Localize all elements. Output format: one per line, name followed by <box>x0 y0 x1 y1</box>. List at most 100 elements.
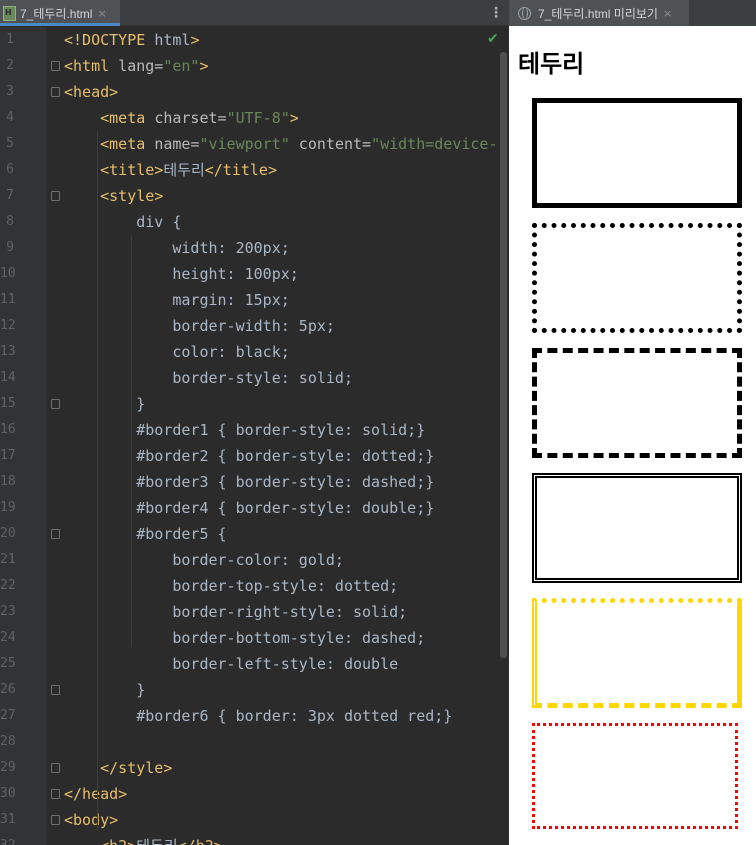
code-line[interactable]: 18 #border3 { border-style: dashed;} <box>0 469 497 495</box>
close-icon[interactable]: × <box>663 7 672 20</box>
line-number: 32 <box>0 833 16 845</box>
line-number: 14 <box>0 370 16 385</box>
code-line[interactable]: 24 border-bottom-style: dashed; <box>0 625 497 651</box>
tab-html-file[interactable]: 7_테두리.html × <box>0 0 120 26</box>
code-line[interactable]: 32 <h2>테두리</h2> <box>0 833 497 845</box>
editor-scrollbar-thumb[interactable] <box>500 52 507 658</box>
code-area[interactable]: 1 <!DOCTYPE html> 2 <html lang="en"> 3 <head>… <box>0 27 497 845</box>
code-line[interactable]: 30 </head> <box>0 781 497 807</box>
fold-marker-icon[interactable] <box>51 61 60 71</box>
code-line[interactable]: 25 border-left-style: double <box>0 651 497 677</box>
code-line[interactable]: 5 <meta name="viewport" content="width=d… <box>0 131 497 157</box>
code-text: #border5 { <box>136 525 227 543</box>
line-number: 28 <box>0 734 16 749</box>
fold-marker-icon[interactable] <box>51 685 60 695</box>
code-text: } <box>136 681 146 699</box>
code-line[interactable]: 10 height: 100px; <box>0 261 497 287</box>
line-number: 18 <box>0 474 16 489</box>
fold-marker-icon[interactable] <box>51 399 60 409</box>
preview-pane: 7_테두리.html 미리보기 × 테두리 <box>509 0 756 845</box>
code-text: <!DOCTYPE html> <box>64 31 200 49</box>
line-number: 2 <box>6 58 14 73</box>
code-line[interactable]: 16 #border1 { border-style: solid;} <box>0 417 497 443</box>
code-text: <style> <box>100 187 164 205</box>
code-text: <h2>테두리</h2> <box>64 833 223 845</box>
code-line[interactable]: 7 <style> <box>0 183 497 209</box>
code-line[interactable]: 22 border-top-style: dotted; <box>0 573 497 599</box>
line-number: 29 <box>0 760 16 775</box>
line-number: 21 <box>0 552 16 567</box>
line-number: 30 <box>0 786 16 801</box>
line-number: 22 <box>0 578 16 593</box>
code-line[interactable]: 21 border-color: gold; <box>0 547 497 573</box>
code-line[interactable]: 9 width: 200px; <box>0 235 497 261</box>
code-line[interactable]: 27 #border6 { border: 3px dotted red;} <box>0 703 497 729</box>
line-number: 13 <box>0 344 16 359</box>
code-line[interactable]: 29 </style> <box>0 755 497 781</box>
code-line[interactable]: 20 #border5 { <box>0 521 497 547</box>
fold-marker-icon[interactable] <box>51 191 60 201</box>
code-line[interactable]: 19 #border4 { border-style: double;} <box>0 495 497 521</box>
code-line[interactable]: 17 #border2 { border-style: dotted;} <box>0 443 497 469</box>
border2-dotted-box <box>532 223 742 333</box>
code-line[interactable]: 23 border-right-style: solid; <box>0 599 497 625</box>
code-text: #border6 { border: 3px dotted red;} <box>136 707 453 725</box>
line-number: 5 <box>6 136 14 151</box>
code-line[interactable]: 2 <html lang="en"> <box>0 53 497 79</box>
line-number: 11 <box>0 292 16 307</box>
code-text: border-width: 5px; <box>172 317 335 335</box>
code-line[interactable]: 6 <title>테두리</title> <box>0 157 497 183</box>
line-number: 3 <box>6 84 14 99</box>
more-options-icon[interactable]: ⋮ <box>489 4 503 22</box>
line-number: 20 <box>0 526 16 541</box>
line-number: 6 <box>6 162 14 177</box>
indent-guide <box>97 131 98 831</box>
code-line[interactable]: 13 color: black; <box>0 339 497 365</box>
code-text: #border2 { border-style: dotted;} <box>136 447 435 465</box>
globe-icon <box>518 6 531 20</box>
code-text: } <box>136 395 146 413</box>
code-text: <head> <box>64 83 119 101</box>
line-number: 10 <box>0 266 16 281</box>
preview-tab-bar: 7_테두리.html 미리보기 × <box>509 0 756 26</box>
code-text: border-right-style: solid; <box>172 603 408 621</box>
line-number: 1 <box>6 32 14 47</box>
code-text: border-left-style: double <box>172 655 399 673</box>
line-number: 25 <box>0 656 16 671</box>
line-number: 24 <box>0 630 16 645</box>
code-line[interactable]: 1 <!DOCTYPE html> <box>0 27 497 53</box>
border5-gold-mixed-box <box>532 598 742 708</box>
line-number: 19 <box>0 500 16 515</box>
line-number: 15 <box>0 396 16 411</box>
fold-marker-icon[interactable] <box>51 789 60 799</box>
code-line[interactable]: 31 <body> <box>0 807 497 833</box>
code-line[interactable]: 12 border-width: 5px; <box>0 313 497 339</box>
code-line[interactable]: 26 } <box>0 677 497 703</box>
code-line[interactable]: 14 border-style: solid; <box>0 365 497 391</box>
code-text: <meta charset="UTF-8"> <box>100 109 299 127</box>
code-text: border-style: solid; <box>172 369 353 387</box>
page-heading: 테두리 <box>518 50 585 78</box>
code-text: </head> <box>64 785 128 803</box>
code-line[interactable]: 8 div { <box>0 209 497 235</box>
preview-tab-label: 7_테두리.html 미리보기 <box>538 6 658 21</box>
code-text: </style> <box>100 759 173 777</box>
close-icon[interactable]: × <box>97 7 106 20</box>
line-number: 7 <box>6 188 14 203</box>
border4-double-box <box>532 473 742 583</box>
line-number: 8 <box>6 214 14 229</box>
code-line[interactable]: 11 margin: 15px; <box>0 287 497 313</box>
tab-preview[interactable]: 7_테두리.html 미리보기 × <box>509 0 689 26</box>
code-line[interactable]: 3 <head> <box>0 79 497 105</box>
fold-marker-icon[interactable] <box>51 529 60 539</box>
fold-marker-icon[interactable] <box>51 87 60 97</box>
code-line[interactable]: 4 <meta charset="UTF-8"> <box>0 105 497 131</box>
fold-marker-icon[interactable] <box>51 815 60 825</box>
line-number: 27 <box>0 708 16 723</box>
fold-marker-icon[interactable] <box>51 763 60 773</box>
code-text: <body> <box>64 811 119 829</box>
line-number: 4 <box>6 110 14 125</box>
code-line[interactable]: 15 } <box>0 391 497 417</box>
code-line[interactable]: 28 <box>0 729 497 755</box>
code-text: #border3 { border-style: dashed;} <box>136 473 435 491</box>
